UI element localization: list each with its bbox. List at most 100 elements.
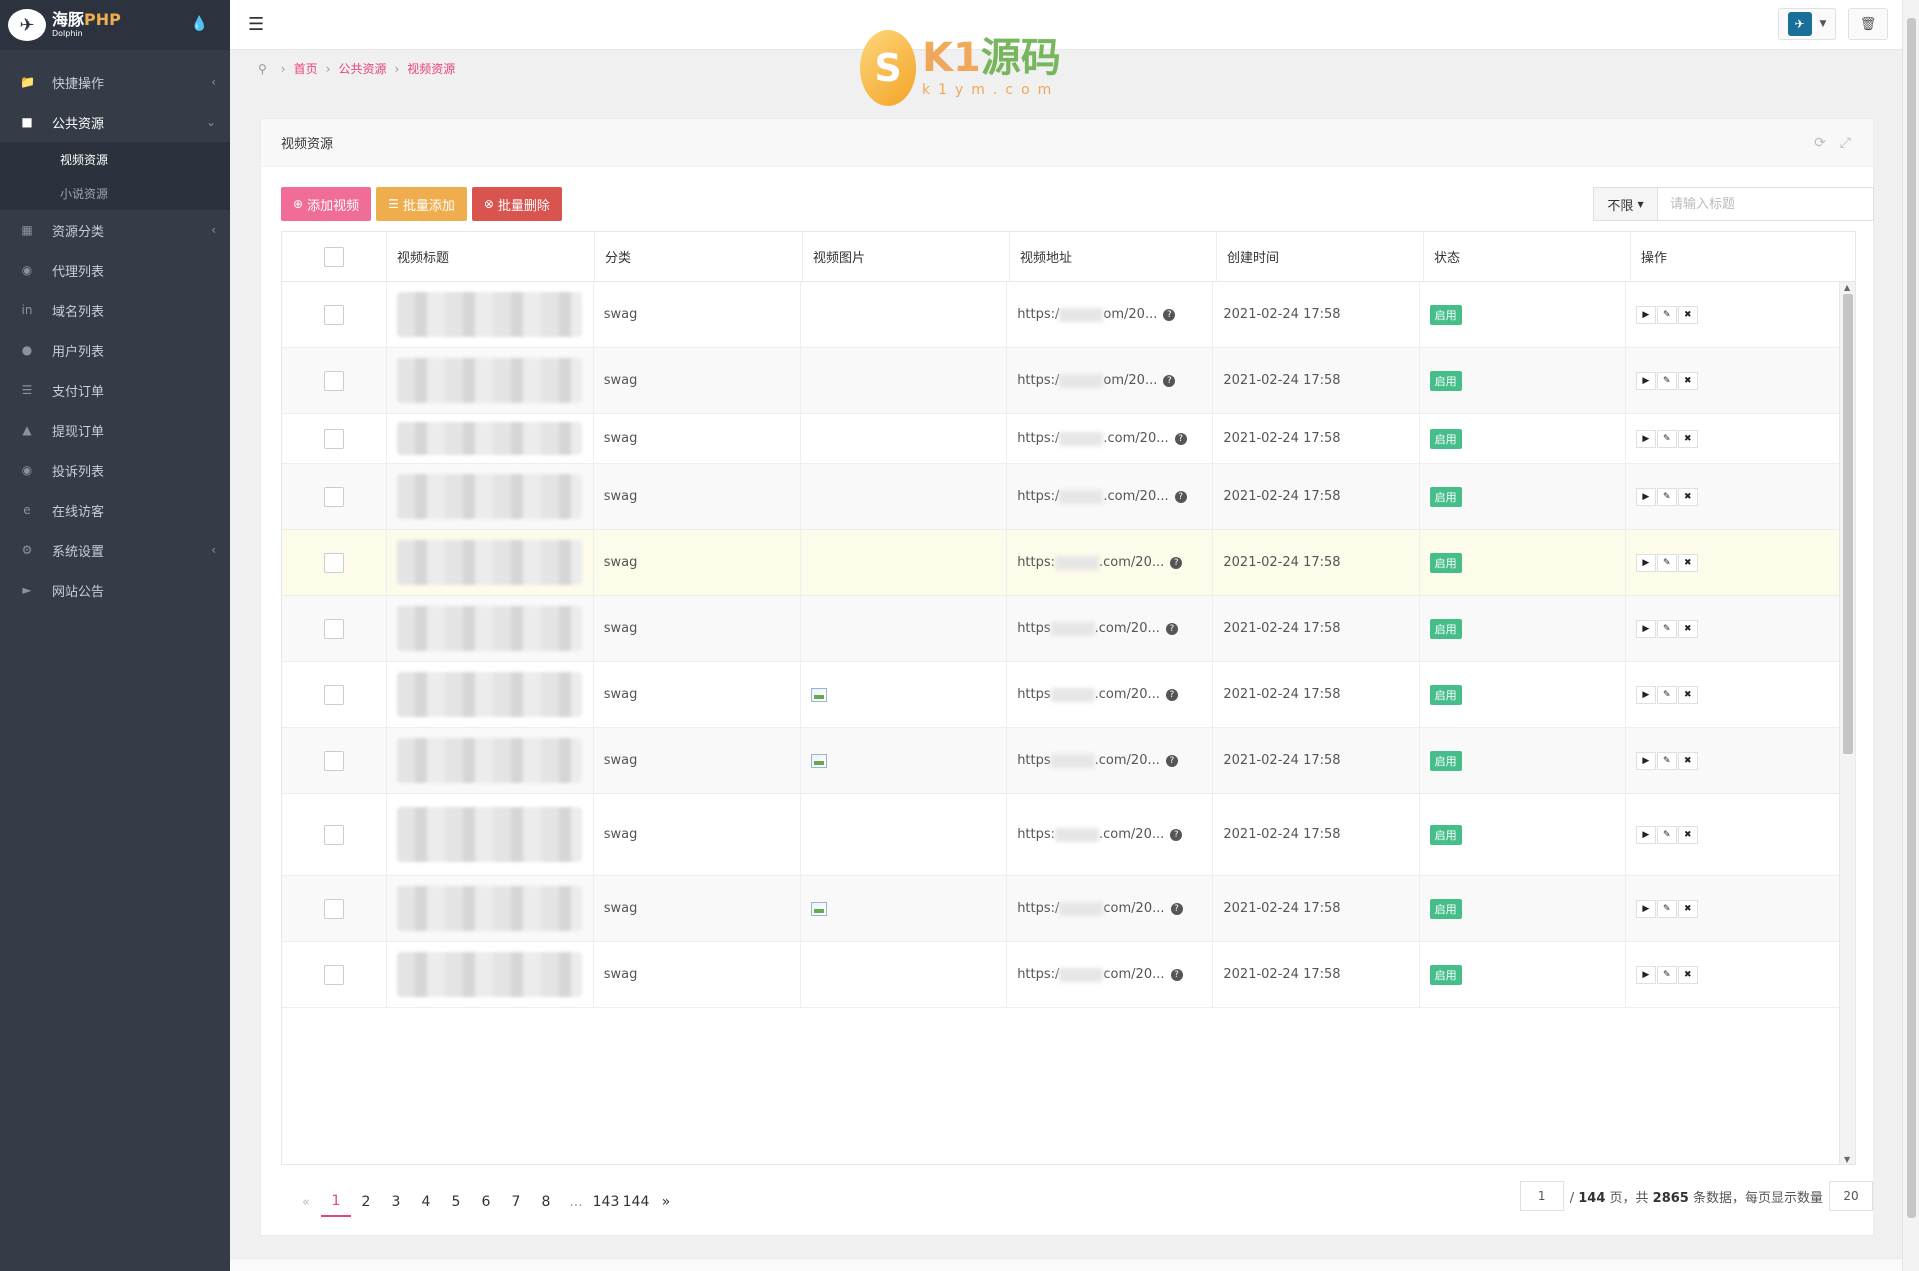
- scroll-up-icon[interactable]: ▲: [1844, 283, 1850, 292]
- clear-cache-button[interactable]: 🗑: [1848, 8, 1888, 40]
- status-badge[interactable]: 启用: [1429, 824, 1462, 845]
- page-scrollbar[interactable]: [1902, 0, 1919, 1271]
- broken-image-icon[interactable]: [810, 753, 827, 768]
- delete-icon[interactable]: ✖: [1677, 899, 1698, 918]
- question-circle-icon[interactable]: ?: [1165, 622, 1178, 635]
- question-circle-icon[interactable]: ?: [1163, 374, 1176, 387]
- question-circle-icon[interactable]: ?: [1170, 556, 1183, 569]
- col-header-created[interactable]: 创建时间: [1217, 232, 1424, 281]
- table-row[interactable]: swag https:/om/20...? 2021-02-24 17:58 启用 ▶ ✎…: [282, 282, 1840, 348]
- table-row[interactable]: swag https:/com/20...? 2021-02-24 17:58 启用 ▶…: [282, 876, 1840, 942]
- play-icon[interactable]: ▶: [1635, 965, 1656, 984]
- logo[interactable]: ✈ 海豚PHP Dolphin 💧: [0, 0, 230, 50]
- question-circle-icon[interactable]: ?: [1170, 828, 1183, 841]
- breadcrumb-video-resources[interactable]: 视频资源: [407, 60, 455, 77]
- row-checkbox[interactable]: [323, 824, 344, 845]
- page-jump-input[interactable]: 1: [1519, 1181, 1564, 1211]
- page-button[interactable]: 6: [471, 1187, 501, 1217]
- sidebar-item-withdraw-orders[interactable]: ▲ 提现订单: [0, 410, 230, 450]
- status-badge[interactable]: 启用: [1429, 898, 1462, 919]
- question-circle-icon[interactable]: ?: [1170, 968, 1183, 981]
- sidebar-item-users[interactable]: ● 用户列表: [0, 330, 230, 370]
- question-circle-icon[interactable]: ?: [1165, 754, 1178, 767]
- page-button[interactable]: 7: [501, 1187, 531, 1217]
- sidebar-item-complaints[interactable]: ◉ 投诉列表: [0, 450, 230, 490]
- row-checkbox[interactable]: [323, 486, 344, 507]
- table-row[interactable]: swag https: .com/20...? 2021-02-24 17:58 启用 ▶…: [282, 530, 1840, 596]
- question-circle-icon[interactable]: ?: [1163, 308, 1176, 321]
- table-row[interactable]: swag https .com/20...? 2021-02-24 17:58 启用 ▶ ✎…: [282, 728, 1840, 794]
- prev-page-button[interactable]: «: [291, 1187, 321, 1217]
- table-row[interactable]: swag https:/om/20...? 2021-02-24 17:58 启用 ▶ ✎…: [282, 348, 1840, 414]
- edit-icon[interactable]: ✎: [1656, 751, 1677, 770]
- row-checkbox[interactable]: [323, 304, 344, 325]
- page-button[interactable]: 144: [621, 1187, 651, 1217]
- sidebar-item-announcements[interactable]: ► 网站公告: [0, 570, 230, 610]
- row-checkbox[interactable]: [323, 964, 344, 985]
- table-row[interactable]: swag https:/com/20...? 2021-02-24 17:58 启用 ▶…: [282, 942, 1840, 1008]
- question-circle-icon[interactable]: ?: [1165, 688, 1178, 701]
- search-filter-dropdown[interactable]: 不限 ▼: [1593, 187, 1658, 221]
- row-checkbox[interactable]: [323, 370, 344, 391]
- edit-icon[interactable]: ✎: [1656, 429, 1677, 448]
- play-icon[interactable]: ▶: [1635, 487, 1656, 506]
- broken-image-icon[interactable]: [810, 901, 827, 916]
- delete-icon[interactable]: ✖: [1677, 619, 1698, 638]
- page-scrollbar-thumb[interactable]: [1907, 18, 1916, 1218]
- table-row[interactable]: swag https:/.com/20...? 2021-02-24 17:58 启用…: [282, 464, 1840, 530]
- sidebar-item-visitors[interactable]: e 在线访客: [0, 490, 230, 530]
- batch-delete-button[interactable]: ⊗ 批量删除: [471, 187, 562, 221]
- page-button[interactable]: 1: [321, 1187, 351, 1217]
- fullscreen-icon[interactable]: ⤢: [1840, 135, 1851, 151]
- refresh-icon[interactable]: ⟳: [1814, 135, 1826, 151]
- search-input[interactable]: [1658, 187, 1874, 221]
- edit-icon[interactable]: ✎: [1656, 487, 1677, 506]
- col-header-category[interactable]: 分类: [595, 232, 803, 281]
- hamburger-menu-icon[interactable]: ☰: [248, 14, 264, 35]
- edit-icon[interactable]: ✎: [1656, 965, 1677, 984]
- question-circle-icon[interactable]: ?: [1170, 902, 1183, 915]
- play-icon[interactable]: ▶: [1635, 751, 1656, 770]
- sidebar-item-settings[interactable]: ⚙ 系统设置 ‹: [0, 530, 230, 570]
- sidebar-item-shortcuts[interactable]: 📁 快捷操作 ‹: [0, 62, 230, 102]
- row-checkbox[interactable]: [323, 552, 344, 573]
- page-button[interactable]: 8: [531, 1187, 561, 1217]
- select-all-checkbox[interactable]: [324, 246, 344, 267]
- status-badge[interactable]: 启用: [1429, 428, 1462, 449]
- sidebar-item-categories[interactable]: ▦ 资源分类 ‹: [0, 210, 230, 250]
- water-drop-icon[interactable]: 💧: [191, 16, 208, 32]
- scroll-down-icon[interactable]: ▼: [1844, 1155, 1850, 1164]
- delete-icon[interactable]: ✖: [1677, 965, 1698, 984]
- delete-icon[interactable]: ✖: [1677, 685, 1698, 704]
- page-button[interactable]: 3: [381, 1187, 411, 1217]
- play-icon[interactable]: ▶: [1635, 429, 1656, 448]
- page-button[interactable]: 2: [351, 1187, 381, 1217]
- status-badge[interactable]: 启用: [1429, 370, 1462, 391]
- status-badge[interactable]: 启用: [1429, 684, 1462, 705]
- batch-add-button[interactable]: ☰ 批量添加: [376, 187, 467, 221]
- edit-icon[interactable]: ✎: [1656, 685, 1677, 704]
- table-row[interactable]: swag https: .com/20...? 2021-02-24 17:58 启用 ▶…: [282, 794, 1840, 876]
- row-checkbox[interactable]: [323, 750, 344, 771]
- edit-icon[interactable]: ✎: [1656, 553, 1677, 572]
- page-button[interactable]: 143: [591, 1187, 621, 1217]
- delete-icon[interactable]: ✖: [1677, 487, 1698, 506]
- edit-icon[interactable]: ✎: [1656, 371, 1677, 390]
- row-checkbox[interactable]: [323, 618, 344, 639]
- table-row[interactable]: swag https .com/20...? 2021-02-24 17:58 启用 ▶ ✎…: [282, 662, 1840, 728]
- col-header-url[interactable]: 视频地址: [1010, 232, 1217, 281]
- table-row[interactable]: swag https:/.com/20...? 2021-02-24 17:58 启用…: [282, 414, 1840, 464]
- play-icon[interactable]: ▶: [1635, 685, 1656, 704]
- status-badge[interactable]: 启用: [1429, 552, 1462, 573]
- next-page-button[interactable]: »: [651, 1187, 681, 1217]
- delete-icon[interactable]: ✖: [1677, 305, 1698, 324]
- delete-icon[interactable]: ✖: [1677, 825, 1698, 844]
- sidebar-subitem-novel[interactable]: 小说资源: [0, 176, 230, 210]
- row-checkbox[interactable]: [323, 898, 344, 919]
- status-badge[interactable]: 启用: [1429, 964, 1462, 985]
- status-badge[interactable]: 启用: [1429, 304, 1462, 325]
- page-button[interactable]: 5: [441, 1187, 471, 1217]
- question-circle-icon[interactable]: ?: [1174, 432, 1187, 445]
- table-scrollbar-thumb[interactable]: [1843, 294, 1853, 754]
- breadcrumb-home[interactable]: 首页: [294, 60, 318, 77]
